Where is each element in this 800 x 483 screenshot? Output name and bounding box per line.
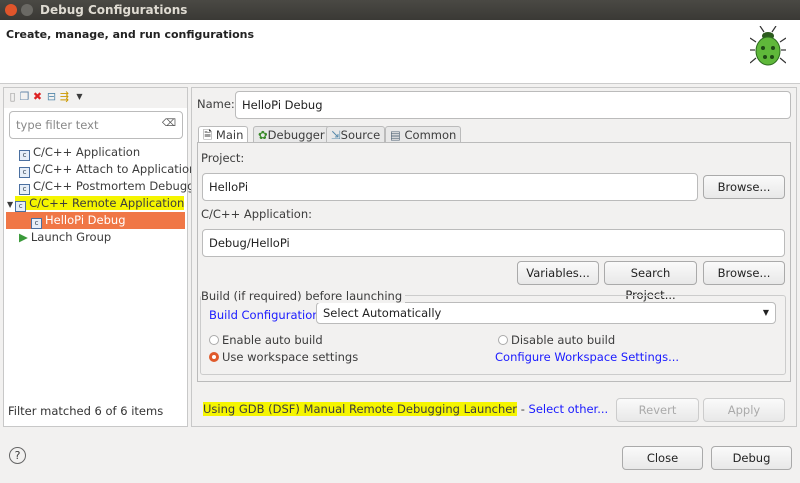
select-value: Select Automatically	[323, 306, 442, 320]
main-tab-panel: Project: HelloPi Browse... C/C++ Applica…	[197, 142, 791, 382]
dialog-subtitle: Create, manage, and run configurations	[6, 28, 255, 41]
tree-label: C/C++ Postmortem Debugger	[33, 179, 207, 193]
filter-input[interactable]: type filter text ⌫	[9, 111, 183, 139]
browse-project-button[interactable]: Browse...	[703, 175, 785, 199]
expand-arrow-icon[interactable]: ▼	[7, 200, 13, 209]
list-toolbar: ▯ ❐ ✖ ⊟ ⇶ ▼	[4, 88, 187, 108]
configuration-list-panel: ▯ ❐ ✖ ⊟ ⇶ ▼ type filter text ⌫ c C/C++ Ap…	[3, 87, 206, 427]
tree-label: C/C++ Remote Application	[29, 196, 185, 210]
tree-label: HelloPi Debug	[45, 213, 126, 227]
bug-logo-icon	[750, 26, 786, 66]
browse-application-button[interactable]: Browse...	[703, 261, 785, 285]
tab-debugger[interactable]: ✿Debugger	[253, 126, 330, 143]
enable-auto-build-radio[interactable]: Enable auto build	[209, 333, 323, 347]
delete-icon[interactable]: ✖	[32, 91, 43, 103]
filter-status: Filter matched 6 of 6 items	[8, 404, 164, 418]
tab-main[interactable]: 🗎 Main	[198, 126, 249, 143]
tab-label: Source	[340, 128, 381, 142]
application-input[interactable]: Debug/HelloPi	[202, 229, 785, 257]
project-input[interactable]: HelloPi	[202, 173, 698, 201]
application-label: C/C++ Application:	[201, 207, 312, 221]
c-config-icon: c	[19, 150, 30, 161]
build-configuration-link[interactable]: Build Configuration:	[209, 308, 323, 322]
collapse-all-icon[interactable]: ⊟	[46, 91, 57, 103]
filter-icon[interactable]: ⇶	[59, 91, 70, 103]
revert-button[interactable]: Revert	[616, 398, 699, 422]
source-icon: ⇲	[331, 128, 341, 142]
c-config-icon: c	[31, 218, 42, 229]
tree-item-cpp-attach[interactable]: c C/C++ Attach to Application	[4, 161, 196, 178]
tree-label: C/C++ Application	[33, 145, 141, 159]
tab-common[interactable]: ▤ Common	[385, 126, 462, 143]
dialog-header: Create, manage, and run configurations	[0, 20, 800, 84]
tree-item-cpp-remote[interactable]: ▼ c C/C++ Remote Application	[4, 195, 187, 212]
radio-label: Enable auto build	[222, 333, 323, 347]
tree-item-hellopi-debug[interactable]: c HelloPi Debug	[6, 212, 185, 229]
tree-item-cpp-application[interactable]: c C/C++ Application	[4, 144, 187, 161]
build-group-label: Build (if required) before launching	[201, 289, 406, 303]
radio-icon	[498, 335, 508, 345]
close-window-icon[interactable]	[5, 4, 17, 16]
project-label: Project:	[201, 151, 245, 165]
variables-button[interactable]: Variables...	[517, 261, 599, 285]
tab-label: Main	[215, 128, 244, 142]
dropdown-arrow-icon: ▼	[762, 308, 769, 317]
duplicate-icon[interactable]: ❐	[19, 91, 30, 103]
separator: -	[517, 402, 529, 416]
name-label: Name:	[197, 97, 235, 111]
debugger-bug-icon: ✿	[258, 128, 268, 142]
build-group: Build Configuration: Select Automaticall…	[200, 295, 786, 375]
tab-label: Common	[404, 128, 457, 142]
launcher-text: Using GDB (DSF) Manual Remote Debugging …	[203, 402, 518, 416]
tree-label: Launch Group	[30, 230, 112, 244]
radio-icon	[209, 335, 219, 345]
tab-label: Debugger	[267, 128, 325, 142]
search-project-button[interactable]: Search Project...	[604, 261, 697, 302]
close-button[interactable]: Close	[622, 446, 703, 470]
launcher-info: Using GDB (DSF) Manual Remote Debugging …	[203, 402, 608, 416]
tree-item-launch-group[interactable]: ▶ Launch Group	[4, 229, 187, 246]
clear-filter-icon[interactable]: ⌫	[162, 118, 176, 129]
tree-item-cpp-postmortem[interactable]: c C/C++ Postmortem Debugger	[4, 178, 206, 195]
view-menu-icon[interactable]: ▼	[74, 91, 85, 103]
maximize-window-icon[interactable]	[21, 4, 33, 16]
debug-button[interactable]: Debug	[711, 446, 792, 470]
disable-auto-build-radio[interactable]: Disable auto build	[498, 333, 615, 347]
c-config-icon: c	[19, 167, 30, 178]
new-config-icon[interactable]: ▯	[7, 91, 18, 103]
configure-workspace-settings-link[interactable]: Configure Workspace Settings...	[495, 350, 679, 364]
window-title: Debug Configurations	[40, 3, 188, 17]
name-input[interactable]: HelloPi Debug	[235, 91, 791, 119]
main-tab-icon: 🗎	[203, 128, 213, 142]
radio-label: Use workspace settings	[222, 350, 359, 364]
build-configuration-select[interactable]: Select Automatically ▼	[316, 302, 776, 324]
c-config-icon: c	[19, 184, 30, 195]
radio-selected-icon	[209, 352, 219, 362]
dialog-footer: ? Close Debug	[0, 430, 800, 483]
radio-label: Disable auto build	[511, 333, 616, 347]
launch-group-icon: ▶	[19, 230, 28, 244]
common-icon: ▤	[390, 128, 401, 142]
apply-button[interactable]: Apply	[703, 398, 785, 422]
tab-source[interactable]: ⇲Source	[326, 126, 386, 143]
configuration-editor: Name: HelloPi Debug 🗎 Main ✿Debugger ⇲So…	[191, 87, 797, 427]
c-config-icon: c	[15, 201, 27, 212]
help-icon[interactable]: ?	[9, 447, 26, 464]
tree-label: C/C++ Attach to Application	[33, 162, 197, 176]
title-bar: Debug Configurations	[0, 0, 800, 20]
filter-placeholder: type filter text	[16, 118, 99, 132]
use-workspace-settings-radio[interactable]: Use workspace settings	[209, 350, 358, 364]
select-other-link[interactable]: Select other...	[529, 402, 609, 416]
